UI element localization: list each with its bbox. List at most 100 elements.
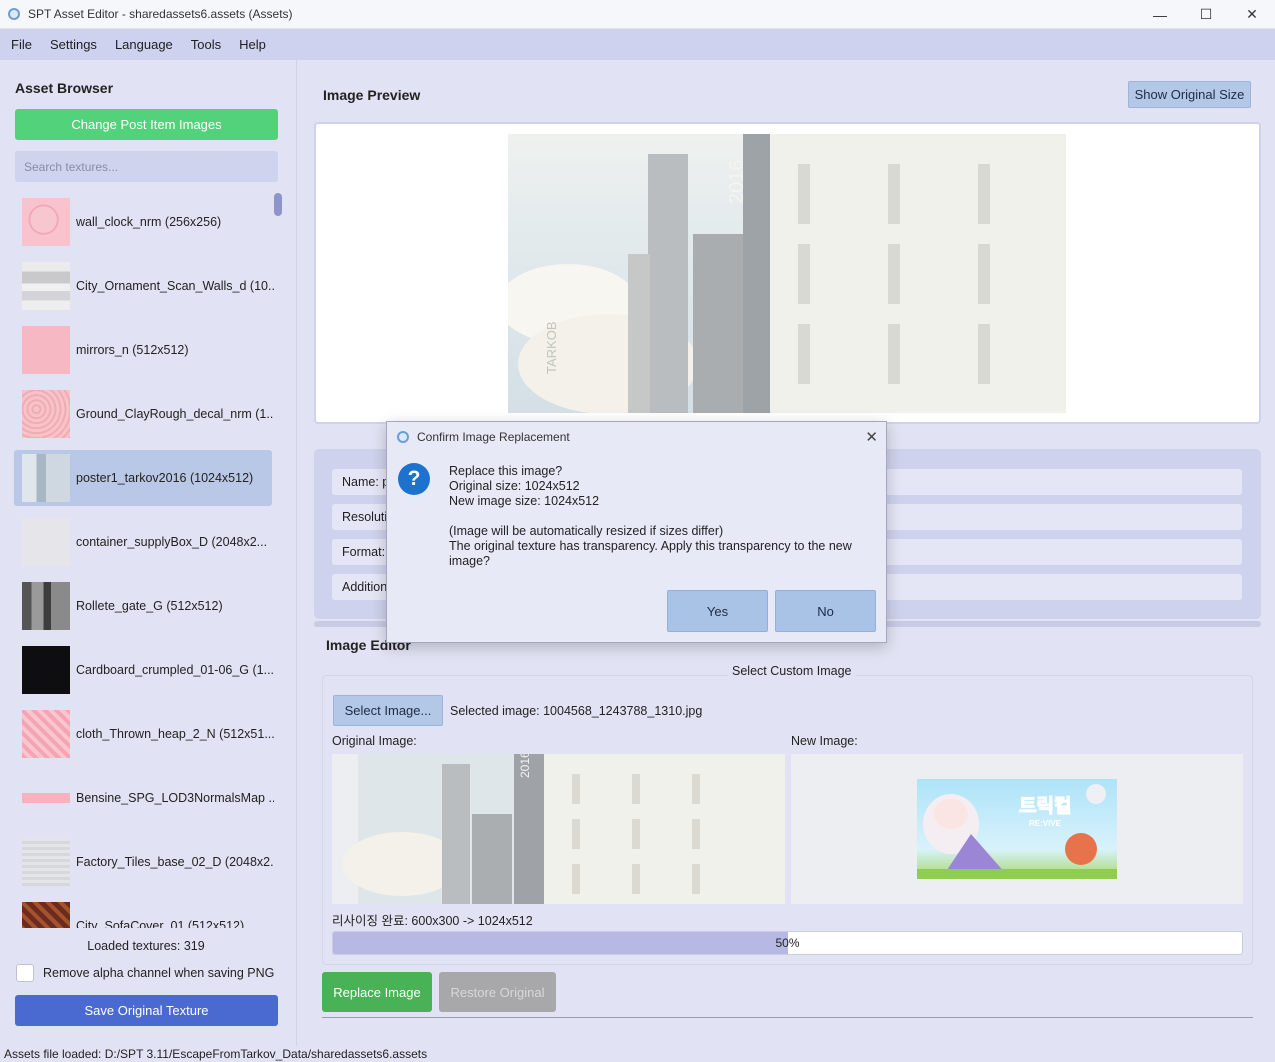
poster-brand-text: TARKOB [544,322,559,375]
menu-file[interactable]: File [4,37,39,52]
texture-name: wall_clock_nrm (256x256) [76,215,222,229]
texture-name: City_SofaCover_01 (512x512) [76,919,245,928]
list-item[interactable]: Factory_Tiles_base_02_D (2048x2... [14,834,274,890]
status-bar: Assets file loaded: D:/SPT 3.11/EscapeFr… [0,1046,1275,1062]
texture-name: Cardboard_crumpled_01-06_G (1... [76,663,274,677]
list-item[interactable]: cloth_Thrown_heap_2_N (512x51... [14,706,274,762]
divider [322,1017,1253,1018]
texture-name: Ground_ClayRough_decal_nrm (1... [76,407,274,421]
original-image-box: 2016 [332,754,785,904]
new-image-logo-subtext: RE:VIVE [1029,819,1062,828]
list-item[interactable]: container_supplyBox_D (2048x2... [14,514,272,570]
change-post-item-images-button[interactable]: Change Post Item Images [15,109,278,140]
save-original-texture-button[interactable]: Save Original Texture [15,995,278,1026]
texture-name: Bensine_SPG_LOD3NormalsMap ... [76,791,274,805]
menu-settings[interactable]: Settings [43,37,104,52]
dialog-line [449,509,869,524]
minimize-icon[interactable]: — [1137,0,1183,29]
dialog-message: Replace this image? Original size: 1024x5… [449,464,869,569]
dialog-line: Replace this image? [449,464,563,478]
texture-thumbnail [22,390,70,438]
list-item[interactable]: City_Ornament_Scan_Walls_d (10... [14,258,274,314]
texture-thumbnail [22,710,70,758]
resize-status-text: 리사이징 완료: 600x300 -> 1024x512 [332,914,533,928]
texture-list[interactable]: wall_clock_nrm (256x256) City_Ornament_Sc… [14,194,274,928]
replace-image-button[interactable]: Replace Image [322,972,432,1012]
confirm-dialog: Confirm Image Replacement ✕ ? Replace th… [386,421,887,643]
new-image-label: New Image: [791,734,858,748]
list-item[interactable]: Rollete_gate_G (512x512) [14,578,272,634]
texture-thumbnail [22,518,70,566]
new-image-box: 트릭컬 RE:VIVE [791,754,1243,904]
texture-thumbnail [22,198,70,246]
menu-help[interactable]: Help [232,37,273,52]
dialog-line: image? [449,554,490,568]
asset-browser-panel: Asset Browser Change Post Item Images wa… [0,60,297,1046]
original-poster-year-text: 2016 [518,754,532,778]
menu-language[interactable]: Language [108,37,180,52]
list-item[interactable]: Bensine_SPG_LOD3NormalsMap ... [14,770,274,826]
menu-bar: File Settings Language Tools Help [0,29,1275,60]
list-item[interactable]: mirrors_n (512x512) [14,322,272,378]
image-preview: 2016 TARKOB [314,122,1261,424]
dialog-line: The original texture has transparency. A… [449,539,852,553]
app-icon [8,8,20,20]
list-item[interactable]: City_SofaCover_01 (512x512) [14,898,272,928]
texture-thumbnail [22,454,70,502]
texture-thumbnail [22,902,70,928]
texture-name: poster1_tarkov2016 (1024x512) [76,471,254,485]
maximize-icon[interactable]: ☐ [1183,0,1229,29]
texture-thumbnail [22,582,70,630]
dialog-app-icon [397,431,409,443]
title-bar: SPT Asset Editor - sharedassets6.assets … [0,0,1275,29]
texture-thumbnail [22,774,70,822]
show-original-size-button[interactable]: Show Original Size [1128,81,1251,108]
progress-text: 50% [775,936,800,950]
progress-bar: 50% [332,931,1243,955]
texture-name: cloth_Thrown_heap_2_N (512x51... [76,727,274,741]
remove-alpha-label: Remove alpha channel when saving PNG [43,966,275,980]
texture-thumbnail [22,262,70,310]
list-item[interactable]: wall_clock_nrm (256x256) [14,194,272,250]
list-item[interactable]: poster1_tarkov2016 (1024x512) [14,450,272,506]
texture-name: mirrors_n (512x512) [76,343,189,357]
dialog-line: Original size: 1024x512 [449,479,580,493]
new-image-logo-text: 트릭컬 [1019,795,1071,817]
group-title: Select Custom Image [728,664,856,678]
select-image-button[interactable]: Select Image... [333,695,443,726]
dialog-close-icon[interactable]: ✕ [865,428,878,446]
texture-thumbnail [22,646,70,694]
question-icon: ? [398,463,430,495]
list-item[interactable]: Cardboard_crumpled_01-06_G (1... [14,642,274,698]
dialog-title-bar: Confirm Image Replacement [387,422,886,452]
yes-button[interactable]: Yes [667,590,768,632]
list-scrollbar-thumb[interactable] [274,193,282,216]
texture-name: Rollete_gate_G (512x512) [76,599,223,613]
no-button[interactable]: No [775,590,876,632]
search-input[interactable] [15,151,278,182]
texture-name: Factory_Tiles_base_02_D (2048x2... [76,855,274,869]
original-image-label: Original Image: [332,734,417,748]
texture-thumbnail [22,838,70,886]
original-image-thumb: 2016 [342,754,785,904]
texture-name: container_supplyBox_D (2048x2... [76,535,268,549]
loaded-textures-count: Loaded textures: 319 [87,939,205,953]
window-controls: — ☐ ✕ [1137,0,1275,29]
list-item[interactable]: Ground_ClayRough_decal_nrm (1... [14,386,274,442]
close-icon[interactable]: ✕ [1229,0,1275,29]
texture-name: City_Ornament_Scan_Walls_d (10... [76,279,274,293]
menu-tools[interactable]: Tools [184,37,228,52]
dialog-line: (Image will be automatically resized if … [449,524,724,538]
window-title: SPT Asset Editor - sharedassets6.assets … [28,7,293,21]
dialog-title: Confirm Image Replacement [417,430,570,444]
poster-year-text: 2016 [726,160,748,205]
poster-image: 2016 TARKOB [508,134,1066,413]
remove-alpha-checkbox[interactable] [16,964,34,982]
poster-preview-image: 2016 TARKOB [508,134,1066,413]
asset-browser-heading: Asset Browser [15,80,114,96]
restore-original-button: Restore Original [439,972,556,1012]
new-image-thumb: 트릭컬 RE:VIVE [917,779,1117,879]
selected-image-text: Selected image: 1004568_1243788_1310.jpg [450,704,703,718]
texture-thumbnail [22,326,70,374]
image-preview-title: Image Preview [323,87,421,103]
